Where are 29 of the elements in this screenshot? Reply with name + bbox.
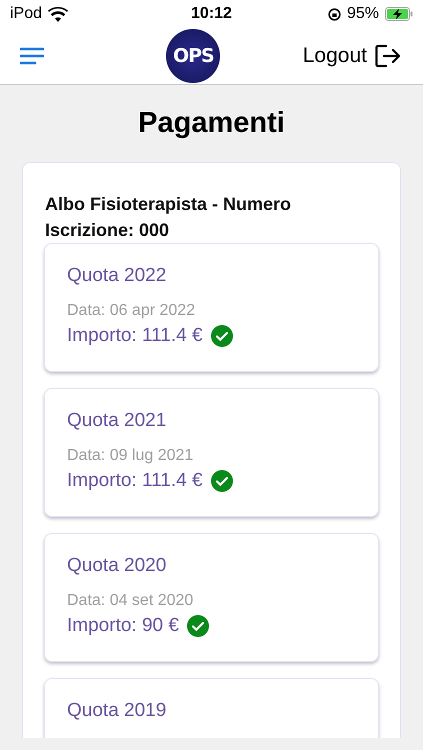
payment-card[interactable]: Quota 2022 Data: 06 apr 2022 Importo: 111.4 €	[44, 243, 379, 372]
payment-card[interactable]: Quota 2021 Data: 09 lug 2021 Importo: 111.4 €	[44, 388, 379, 517]
logout-button[interactable]: Logout	[302, 44, 401, 68]
logout-icon	[374, 44, 401, 68]
payment-amount: Importo: 90 €	[67, 615, 179, 637]
payment-card[interactable]: Quota 2020 Data: 04 set 2020 Importo: 90 €	[44, 533, 379, 662]
battery-percent: 95%	[346, 5, 379, 23]
payment-title: Quota 2019	[67, 699, 168, 723]
check-icon	[186, 615, 209, 637]
payment-title: Quota 2020	[67, 554, 168, 578]
payment-date: Data: 06 apr 2022	[67, 302, 196, 320]
clock: 10:12	[191, 5, 232, 23]
logo: OPS	[166, 29, 220, 83]
wifi-icon	[48, 6, 68, 22]
carrier: iPod	[10, 5, 42, 23]
battery-charging-icon	[384, 7, 413, 21]
check-icon	[210, 325, 233, 347]
payment-date: Data: 04 set 2020	[67, 592, 194, 610]
payment-title: Quota 2021	[67, 409, 168, 433]
page-title: Pagamenti	[137, 107, 286, 140]
rotation-lock-icon	[328, 8, 341, 20]
menu-icon[interactable]	[20, 47, 44, 65]
check-icon	[210, 470, 233, 492]
payment-amount: Importo: 111.4 €	[67, 325, 203, 347]
payment-amount: Importo: 111.4 €	[67, 470, 203, 492]
payment-card[interactable]: Quota 2019	[44, 678, 379, 738]
register-heading: Albo Fisioterapista - Numero Iscrizione: 000	[45, 193, 292, 242]
payment-date: Data: 09 lug 2021	[67, 447, 194, 465]
payment-title: Quota 2022	[67, 264, 168, 288]
